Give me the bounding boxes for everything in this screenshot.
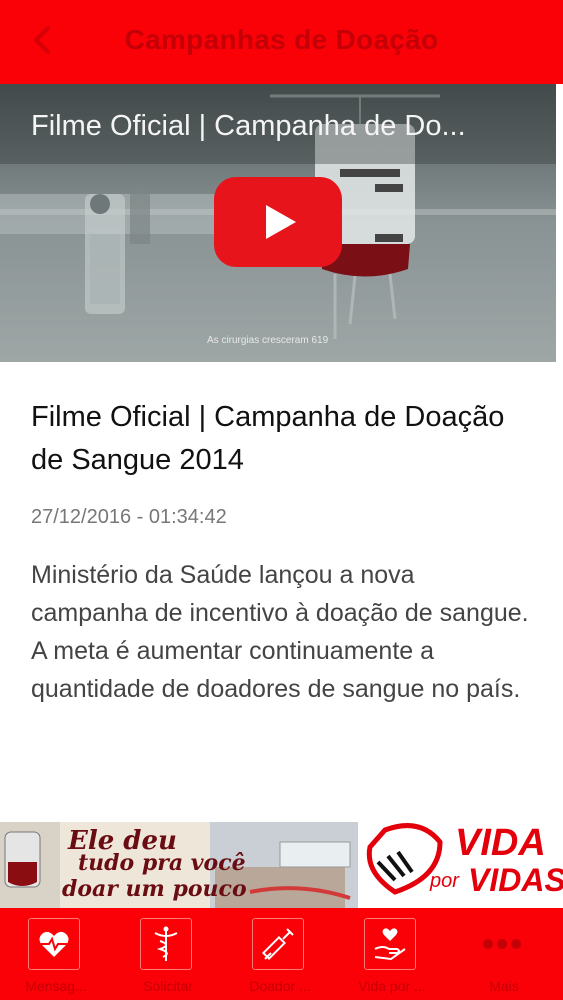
hands-heart-icon (364, 918, 416, 970)
campaign-banner[interactable]: Ele deu tudo pra você doar um pouco VIDA… (0, 822, 563, 908)
article-date: 27/12/2016 - 01:34:42 (31, 506, 227, 528)
banner-logo-vidas: VIDAS (468, 862, 563, 898)
tab-label: Solicitar (143, 978, 193, 994)
video-player[interactable]: Filme Oficial | Campanha de Do... As cir… (0, 84, 556, 362)
tab-more[interactable]: Mais (448, 908, 560, 1000)
banner-slogan-2: tudo pra você (78, 850, 246, 876)
article-description: Ministério da Saúde lançou a nova campan… (31, 561, 529, 703)
banner-logo-vida: VIDA (455, 822, 546, 864)
play-icon (214, 177, 342, 267)
tab-label: Doador ... (249, 978, 311, 994)
tab-messages[interactable]: Mensag... (0, 908, 112, 1000)
app-header: Campanhas de Doação (0, 0, 563, 84)
tab-donor[interactable]: Doador ... (224, 908, 336, 1000)
syringe-icon (252, 918, 304, 970)
tab-vida-por-vidas[interactable]: Vida por ... (336, 908, 448, 1000)
banner-logo-por: por (430, 870, 459, 892)
article-title: Filme Oficial | Campanha de Doação de Sa… (31, 401, 505, 476)
video-caption: As cirurgias cresceram 619 (207, 335, 329, 346)
video-title: Filme Oficial | Campanha de Do... (31, 110, 466, 142)
tab-request[interactable]: Solicitar (112, 908, 224, 1000)
bottom-tab-bar: Mensag... Solicitar Doador ... Vida por … (0, 908, 563, 1000)
caduceus-icon (140, 918, 192, 970)
tab-label: Mensag... (25, 978, 87, 994)
page-title: Campanhas de Doação (124, 24, 439, 55)
play-button[interactable] (214, 177, 342, 267)
banner-slogan-3: doar um pouco (62, 876, 247, 902)
heart-pulse-icon (28, 918, 80, 970)
tab-label: Vida por ... (358, 978, 426, 994)
more-dots-icon (483, 939, 521, 949)
tab-label: Mais (489, 978, 519, 994)
